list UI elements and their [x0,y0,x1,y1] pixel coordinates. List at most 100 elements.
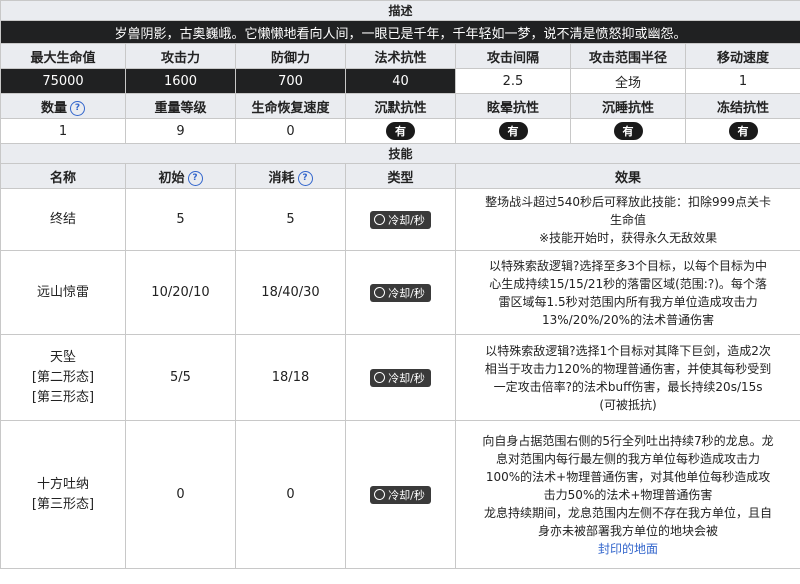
stat-header: 生命恢复速度 [235,93,346,119]
stat-value-atk: 1600 [125,68,236,94]
clock-icon [374,286,386,298]
effect-link[interactable]: 封印的地面 [462,540,794,558]
skill-name-line: 远山惊雷 [36,284,89,300]
skill-type: 冷却/秒 [345,250,456,335]
skills-header: 技能 [0,143,800,164]
effect-line: 雷区域每1.5秒对范围内所有我方单位造成攻击力 [498,294,758,309]
cooldown-badge: 冷却/秒 [370,485,431,504]
skill-col-label: 消耗 [268,170,295,186]
skill-name: 天坠 [第二形态] [第三形态] [0,334,126,421]
skill-name-line: 终结 [49,211,76,227]
skill-type: 冷却/秒 [345,188,456,251]
clock-icon [374,488,386,500]
stat-header: 攻击力 [125,43,236,69]
skill-col-cost: 消耗? [235,163,346,189]
help-icon[interactable]: ? [70,100,85,116]
silence-resist-cell: 有 [345,118,456,144]
effect-line: 100%的法术+物理普通伤害，对其他单位每秒造成攻 [485,469,771,484]
effect-line: 以特殊索敌逻辑?选择1个目标对其降下巨剑，造成2次 [485,343,771,358]
stat-header: 最大生命值 [0,43,126,69]
cooldown-label: 冷却/秒 [388,286,425,300]
skill-cost: 18/40/30 [235,250,346,335]
skill-name-line: [第二形态] [31,369,95,385]
effect-line: 息对范围内每行最左侧的我方单位每秒造成攻击力 [496,451,761,466]
help-icon[interactable]: ? [297,170,313,186]
stats2-value-row: 1 9 0 有 有 有 有 [0,118,800,144]
effect-line: 以特殊索敌逻辑?选择至多3个目标，以每个目标为中 [489,258,768,273]
skill-col-initial: 初始? [125,163,236,189]
stat-value-weight: 9 [125,118,236,144]
resist-badge: 有 [386,122,415,140]
sleep-resist-cell: 有 [570,118,686,144]
stats2-header-row: 数量? 重量等级 生命恢复速度 沉默抗性 眩晕抗性 沉睡抗性 冻结抗性 [0,93,800,119]
stat-header: 数量? [0,93,126,119]
stat-value-res: 40 [345,68,456,94]
cooldown-badge: 冷却/秒 [370,210,431,229]
effect-line: 向自身占据范围右侧的5行全列吐出持续7秒的龙息。龙 [482,433,774,448]
skill-name: 远山惊雷 [0,250,126,335]
skill-effect: 以特殊索敌逻辑?选择至多3个目标，以每个目标为中 心生成持续15/15/21秒的… [454,250,800,335]
effect-line: (可被抵抗) [599,397,657,412]
skill-name-line: [第三形态] [31,496,95,512]
help-icon[interactable]: ? [187,170,203,186]
stat-value-def: 700 [235,68,346,94]
skill-effect: 向自身占据范围右侧的5行全列吐出持续7秒的龙息。龙 息对范围内每行最左侧的我方单… [454,420,800,569]
clock-icon [374,213,386,225]
skills-header-row: 技能 [0,143,800,164]
skill-row: 十方吐纳 [第三形态] 0 0 冷却/秒 向自身占据范围右侧的5行全列吐出持续7… [0,420,800,569]
stat-header-label: 数量 [40,100,67,116]
stat-value-range: 全场 [570,68,686,94]
skill-name-line: 十方吐纳 [36,476,89,492]
clock-icon [374,371,386,383]
skill-cost: 18/18 [235,334,346,421]
skill-row: 终结 5 5 冷却/秒 整场战斗超过540秒后可释放此技能：扣除999点关卡 生… [0,188,800,251]
stat-header: 防御力 [235,43,346,69]
skill-name: 终结 [0,188,126,251]
description-row: 岁兽阴影，古奥巍峨。它懒懒地看向人间，一眼已是千年，千年轻如一梦，说不清是愤怒抑… [0,20,800,44]
effect-line: 心生成持续15/15/21秒的落雷区域(范围:?)。每个落 [489,276,767,291]
skill-initial: 5 [125,188,236,251]
enemy-info-table: 描述 岁兽阴影，古奥巍峨。它懒懒地看向人间，一眼已是千年，千年轻如一梦，说不清是… [0,0,800,569]
stat-value-hp: 75000 [0,68,126,94]
stat-header: 冻结抗性 [684,93,800,119]
cooldown-badge: 冷却/秒 [370,283,431,302]
description-header-row: 描述 [0,0,800,21]
skill-type: 冷却/秒 [345,420,456,569]
effect-line: 整场战斗超过540秒后可释放此技能：扣除999点关卡 [485,194,771,209]
skill-name-line: 天坠 [49,349,76,365]
skill-initial: 5/5 [125,334,236,421]
skill-name-line: [第三形态] [31,389,95,405]
skill-cost: 5 [235,188,346,251]
cooldown-label: 冷却/秒 [388,213,425,227]
resist-badge: 有 [498,122,528,140]
description-header: 描述 [0,0,800,21]
stat-header: 眩晕抗性 [455,93,571,119]
stat-value-regen: 0 [235,118,346,144]
stats-header-row: 最大生命值 攻击力 防御力 法术抗性 攻击间隔 攻击范围半径 移动速度 [0,43,800,69]
stats-value-row: 75000 1600 700 40 2.5 全场 1 [0,68,800,94]
skill-row: 远山惊雷 10/20/10 18/40/30 冷却/秒 以特殊索敌逻辑?选择至多… [0,250,800,335]
effect-line: ※技能开始时，获得永久无敌效果 [539,230,718,245]
description-text: 岁兽阴影，古奥巍峨。它懒懒地看向人间，一眼已是千年，千年轻如一梦，说不清是愤怒抑… [0,20,800,44]
stat-header: 移动速度 [684,43,800,69]
effect-line: 13%/20%/20%的法术普通伤害 [541,312,715,327]
stat-header: 重量等级 [125,93,236,119]
skill-initial: 0 [125,420,236,569]
skill-type: 冷却/秒 [345,334,456,421]
resist-badge: 有 [613,122,643,140]
effect-line: 生命值 [610,212,647,227]
effect-line: 相当于攻击力120%的物理普通伤害，并使其每秒受到 [484,361,772,376]
effect-line: 击力50%的法术+物理普通伤害 [543,487,713,502]
skill-col-name: 名称 [0,163,126,189]
skill-initial: 10/20/10 [125,250,236,335]
stat-header: 沉睡抗性 [570,93,686,119]
effect-line: 身亦未被部署我方单位的地块会被 [538,523,719,538]
stun-resist-cell: 有 [455,118,571,144]
skill-effect: 以特殊索敌逻辑?选择1个目标对其降下巨剑，造成2次 相当于攻击力120%的物理普… [454,334,800,421]
skill-col-effect: 效果 [454,163,800,189]
stat-header: 攻击范围半径 [570,43,686,69]
resist-badge: 有 [728,122,758,140]
skill-col-type: 类型 [345,163,456,189]
skill-cost: 0 [235,420,346,569]
skill-name: 十方吐纳 [第三形态] [0,420,126,569]
